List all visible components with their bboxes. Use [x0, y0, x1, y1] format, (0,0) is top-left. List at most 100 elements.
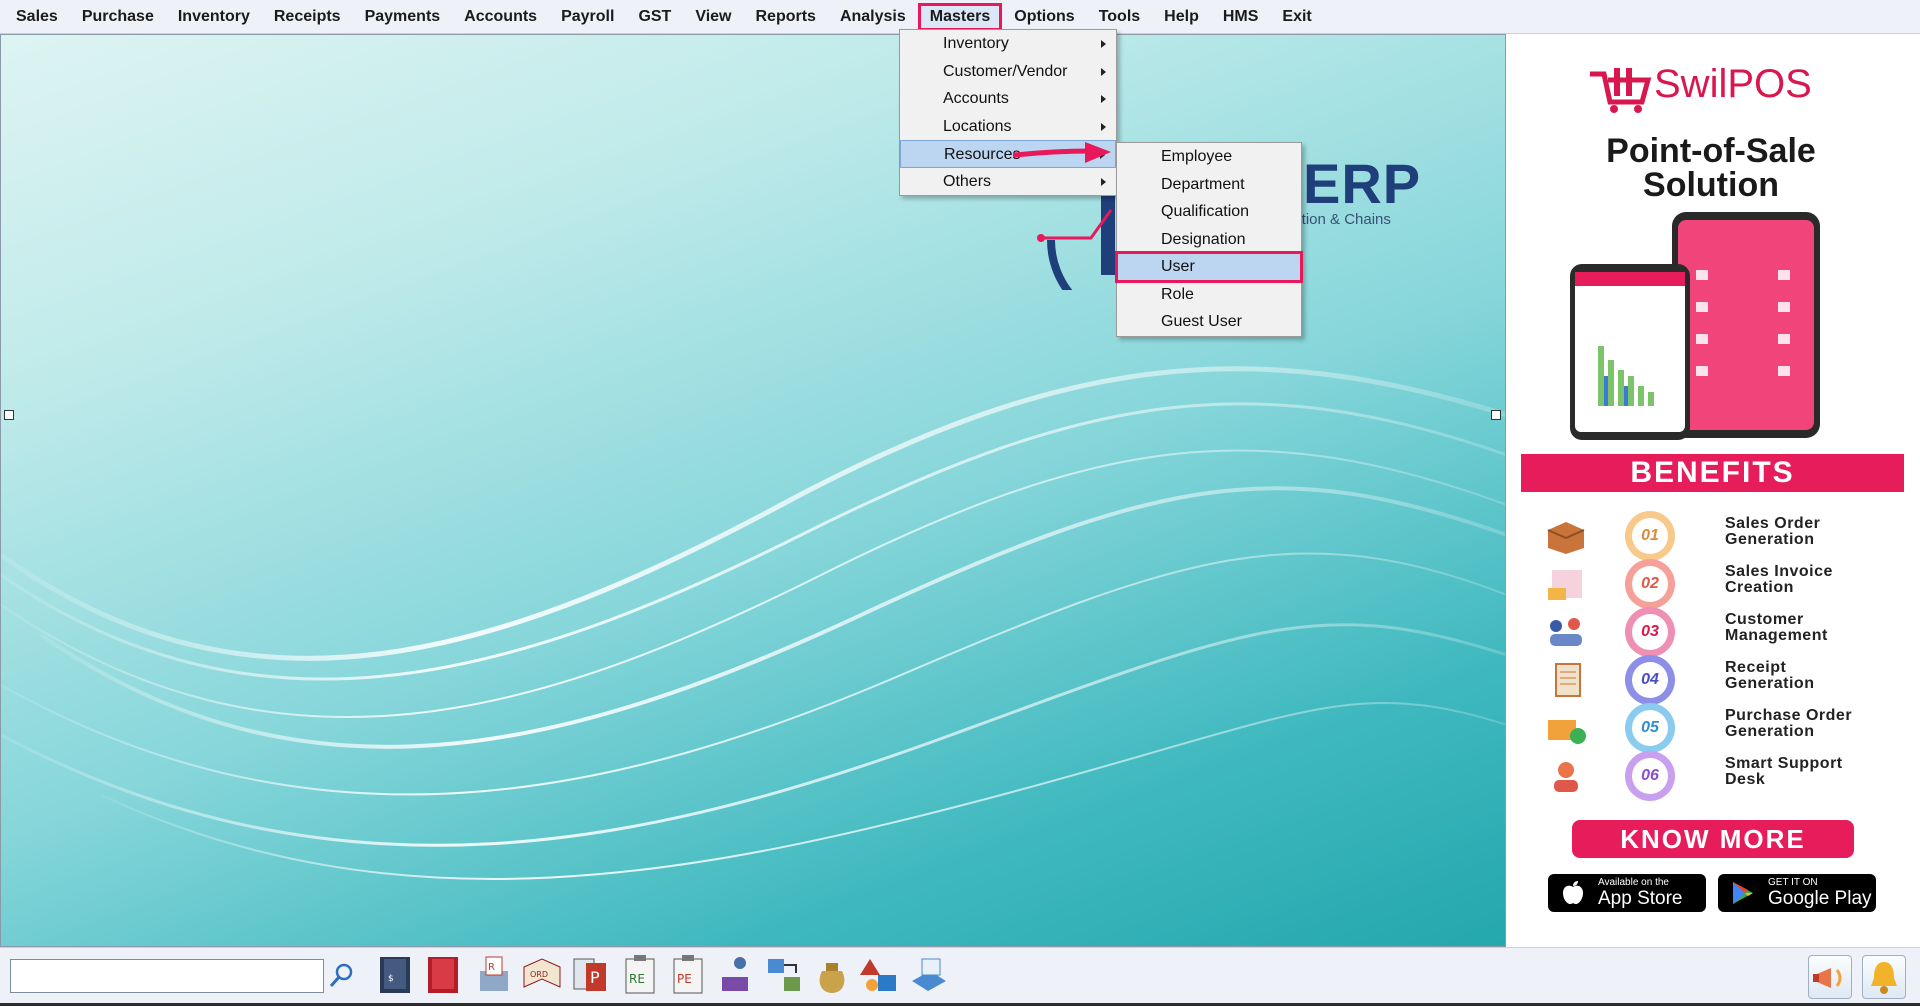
purchase-book-icon[interactable] — [424, 953, 464, 997]
benefit-label: Receipt Generation — [1725, 659, 1815, 692]
benefit-number: 06 — [1632, 758, 1668, 794]
swilpos-ad-panel[interactable]: SwilPOS Point-of-Sale Solution BENEFITS … — [1508, 46, 1914, 918]
benefit-item: 01 Sales Order Generation — [1508, 512, 1914, 560]
submenu-arrow-icon — [1101, 40, 1106, 48]
transfer-icon[interactable] — [764, 953, 804, 997]
resize-handle-right[interactable] — [1491, 410, 1501, 420]
purchase-box-icon — [1548, 720, 1586, 744]
menu-options[interactable]: Options — [1002, 3, 1086, 31]
menu-payroll[interactable]: Payroll — [549, 3, 626, 31]
benefit-item: 06 Smart Support Desk — [1508, 752, 1914, 800]
swilpos-logo-icon — [1590, 68, 1652, 113]
masters-item-others[interactable]: Others — [900, 168, 1116, 196]
svg-text:P: P — [590, 968, 600, 987]
masters-item-locations[interactable]: Locations — [900, 113, 1116, 141]
benefit-item: 04 Receipt Generation — [1508, 656, 1914, 704]
payments-icon[interactable]: P — [570, 953, 610, 997]
item-label: Accounts — [943, 90, 1009, 107]
app-store-big-text: App Store — [1598, 888, 1683, 909]
benefit-number: 04 — [1632, 662, 1668, 698]
svg-text:R: R — [488, 962, 495, 973]
menu-exit[interactable]: Exit — [1270, 3, 1323, 31]
benefits-heading: BENEFITS — [1521, 454, 1904, 492]
svg-text:ORD: ORD — [530, 970, 548, 979]
receipt-entry-icon[interactable]: RE — [620, 953, 660, 997]
support-agent-icon — [1554, 762, 1578, 792]
resize-handle-left[interactable] — [4, 410, 14, 420]
submenu-arrow-icon — [1101, 122, 1106, 131]
app-store-small-text: Available on the — [1598, 877, 1669, 888]
benefit-number: 05 — [1632, 710, 1668, 746]
submenu-arrow-icon — [1101, 67, 1106, 76]
menu-gst[interactable]: GST — [626, 3, 683, 31]
benefit-number: 02 — [1632, 566, 1668, 602]
menu-tools[interactable]: Tools — [1087, 3, 1152, 31]
box-icon — [1547, 522, 1585, 554]
notifications-button[interactable] — [1862, 955, 1906, 999]
masters-dropdown: Inventory Customer/Vendor Accounts Locat… — [899, 29, 1117, 196]
resources-item-designation[interactable]: Designation — [1117, 226, 1301, 254]
menu-receipts[interactable]: Receipts — [262, 3, 353, 31]
money-bag-icon[interactable] — [812, 953, 852, 997]
invoice-icon — [1548, 570, 1582, 600]
printer-icon[interactable] — [908, 953, 948, 997]
menu-reports[interactable]: Reports — [744, 3, 828, 31]
resources-item-department[interactable]: Department — [1117, 171, 1301, 199]
shapes-icon[interactable] — [860, 953, 900, 997]
masters-item-customer-vendor[interactable]: Customer/Vendor — [900, 58, 1116, 86]
benefit-item: 03 Customer Management — [1508, 608, 1914, 656]
app-store-badge[interactable]: Available on the App Store — [1548, 874, 1706, 912]
google-play-badge[interactable]: GET IT ON Google Play — [1718, 874, 1876, 912]
resources-item-employee[interactable]: Employee — [1117, 143, 1301, 171]
benefit-number: 03 — [1632, 614, 1668, 650]
benefit-label: Purchase Order Generation — [1725, 707, 1853, 740]
know-more-button[interactable]: KNOW MORE — [1572, 820, 1854, 858]
item-label: Resources — [944, 146, 1021, 163]
masters-item-inventory[interactable]: Inventory — [900, 30, 1116, 58]
item-label: Inventory — [943, 35, 1009, 52]
masters-item-accounts[interactable]: Accounts — [900, 85, 1116, 113]
user-cash-icon[interactable] — [716, 953, 756, 997]
resources-item-role[interactable]: Role — [1117, 281, 1301, 309]
search-input[interactable] — [10, 959, 324, 993]
menu-view[interactable]: View — [683, 3, 743, 31]
resources-item-user[interactable]: User — [1115, 251, 1303, 283]
benefit-item: 02 Sales Invoice Creation — [1508, 560, 1914, 608]
svg-text:PE: PE — [677, 972, 692, 986]
benefit-label: Customer Management — [1725, 611, 1828, 644]
ad-brand: SwilPOS — [1654, 62, 1812, 106]
menu-help[interactable]: Help — [1152, 3, 1211, 31]
order-book-icon[interactable]: ORD — [522, 953, 562, 997]
menu-payments[interactable]: Payments — [353, 3, 453, 31]
bell-icon — [1871, 962, 1897, 994]
announcement-button[interactable] — [1808, 955, 1852, 999]
item-label: Customer/Vendor — [943, 62, 1068, 80]
customers-icon — [1550, 618, 1582, 646]
receipt-printer-icon[interactable]: R — [474, 953, 514, 997]
menu-sales[interactable]: Sales — [4, 3, 70, 31]
menu-inventory[interactable]: Inventory — [166, 3, 262, 31]
annotation-arrow-icon — [1013, 142, 1111, 163]
menu-purchase[interactable]: Purchase — [70, 3, 166, 31]
menu-masters[interactable]: Masters — [917, 2, 1003, 31]
menu-accounts[interactable]: Accounts — [452, 3, 549, 31]
benefit-number: 01 — [1632, 518, 1668, 554]
logo-text: ERP — [1303, 152, 1422, 215]
sales-book-icon[interactable]: $ — [376, 953, 416, 997]
resources-item-guest-user[interactable]: Guest User — [1117, 308, 1301, 336]
benefit-label: Sales Order Generation — [1725, 515, 1821, 548]
payment-entry-icon[interactable]: PE — [668, 953, 708, 997]
google-play-big-text: Google Play — [1768, 888, 1872, 909]
ad-title-line2: Solution — [1643, 166, 1779, 204]
receipt-icon — [1555, 663, 1581, 697]
google-play-icon — [1733, 882, 1753, 904]
svg-text:RE: RE — [629, 972, 645, 986]
menu-analysis[interactable]: Analysis — [828, 3, 918, 31]
phone-mockup-icon — [1570, 212, 1820, 440]
svg-text:$: $ — [388, 974, 394, 984]
search-icon[interactable] — [328, 962, 356, 990]
menu-hms[interactable]: HMS — [1211, 3, 1271, 31]
resources-item-qualification[interactable]: Qualification — [1117, 198, 1301, 226]
app-window: Sales Purchase Inventory Receipts Paymen… — [0, 0, 1920, 1006]
benefit-item: 05 Purchase Order Generation — [1508, 704, 1914, 752]
